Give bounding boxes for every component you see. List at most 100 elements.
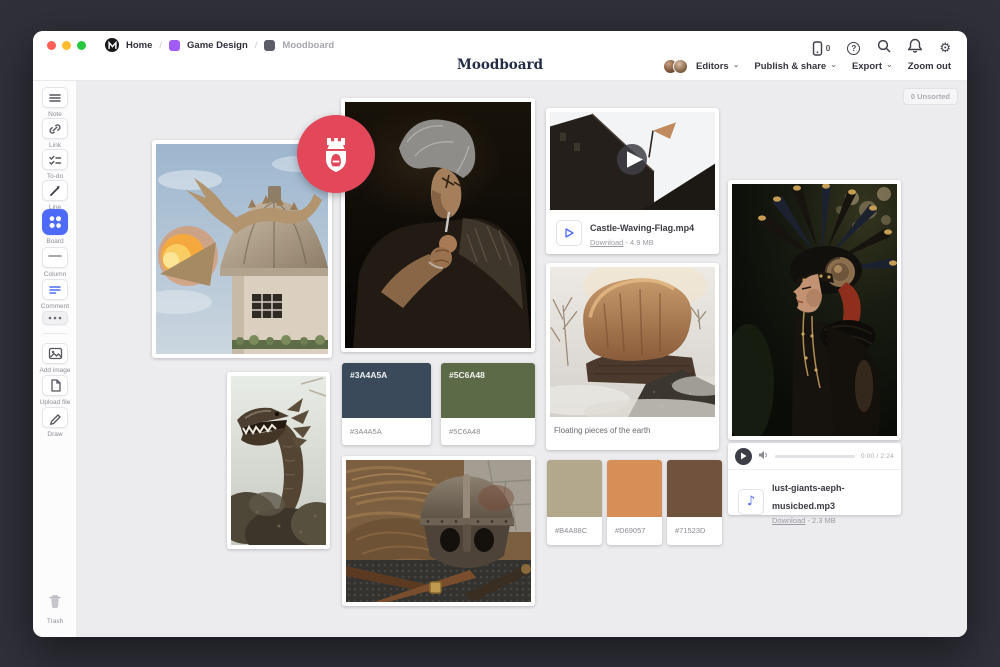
upload-file-icon (42, 375, 68, 396)
export-label: Export (852, 61, 882, 72)
audio-progress-bar[interactable] (775, 455, 855, 458)
image-caption: Floating pieces of the earth (546, 417, 719, 445)
breadcrumb-home[interactable]: Home (126, 40, 152, 51)
swatch-caption: #B4A88C (547, 517, 602, 544)
minimize-window-button[interactable] (62, 41, 71, 50)
tool-upload-file[interactable]: Upload file (33, 375, 77, 406)
swatch-caption: #D69057 (607, 517, 662, 544)
mobile-device-button[interactable]: 0 (812, 41, 831, 56)
image-card-floating-rock[interactable]: Floating pieces of the earth (546, 263, 719, 450)
tool-line[interactable]: Line (33, 180, 77, 211)
video-thumbnail[interactable] (546, 108, 719, 210)
board-emblem-badge[interactable] (297, 115, 375, 193)
desktop-background: Home / Game Design / Moodboard 0 ? (0, 0, 1000, 667)
trash-dropzone[interactable]: Trash (33, 593, 77, 625)
tool-column[interactable]: Column (33, 247, 77, 278)
audio-play-button[interactable] (735, 448, 752, 465)
audio-download-link[interactable]: Download (772, 516, 805, 525)
zoom-out-button[interactable]: Zoom out (908, 61, 951, 72)
board-canvas[interactable]: 0 Unsorted (77, 81, 967, 637)
publish-share-button[interactable]: Publish & share ⌄ (754, 61, 837, 72)
color-swatch (607, 460, 662, 517)
color-swatch-card[interactable]: #B4A88C (547, 460, 602, 545)
settings-gear-icon[interactable]: ⚙ (939, 42, 951, 55)
trash-icon (46, 593, 64, 615)
editors-menu-button[interactable]: Editors ⌄ (696, 61, 739, 72)
video-file-info: Castle-Waving-Flag.mp4 Download - 4.9 MB (546, 210, 719, 255)
comment-icon (42, 279, 68, 300)
close-window-button[interactable] (47, 41, 56, 50)
export-button[interactable]: Export ⌄ (852, 61, 893, 72)
app-window: Home / Game Design / Moodboard 0 ? (33, 31, 967, 637)
image-card-headdress-woman[interactable] (728, 180, 901, 440)
tool-todo[interactable]: To-do (33, 149, 77, 180)
color-swatch-card[interactable]: #5C6A48 #5C6A48 (441, 363, 535, 445)
tool-draw[interactable]: Draw (33, 407, 77, 438)
image-card-viking-helmet[interactable] (342, 456, 535, 606)
toolbar-sidebar: Note Link To-do Line Board (33, 81, 77, 637)
tool-label: Upload file (40, 399, 71, 406)
color-swatch-card[interactable]: #D69057 (607, 460, 662, 545)
window-controls (47, 41, 86, 50)
help-icon[interactable]: ? (847, 42, 860, 55)
video-download-link[interactable]: Download (590, 238, 623, 247)
unsorted-badge[interactable]: 0 Unsorted (903, 88, 958, 105)
swatch-caption: #3A4A5A (342, 418, 431, 445)
tool-label: To-do (47, 173, 63, 180)
tool-more[interactable] (33, 311, 77, 325)
breadcrumb-moodboard[interactable]: Moodboard (282, 40, 334, 51)
color-swatch-card[interactable]: #71523D (667, 460, 722, 545)
tool-link[interactable]: Link (33, 118, 77, 149)
publish-share-label: Publish & share (754, 61, 826, 72)
draw-pencil-icon (42, 407, 68, 428)
tool-add-image[interactable]: Add image (33, 343, 77, 374)
more-icon (42, 311, 68, 325)
titlebar-icons: 0 ? ⚙ (812, 38, 951, 58)
image-card-dragon-statue[interactable] (227, 372, 330, 549)
old-man-image (345, 102, 531, 348)
app-body: Note Link To-do Line Board (33, 81, 967, 637)
color-swatch-card[interactable]: #3A4A5A #3A4A5A (342, 363, 431, 445)
breadcrumb-game-design[interactable]: Game Design (187, 40, 248, 51)
audio-player: 0:00 / 2:24 (728, 443, 901, 470)
chevron-down-icon: ⌄ (733, 63, 740, 68)
column-icon (42, 247, 68, 268)
audio-file-icon: ♪ (738, 489, 764, 515)
maximize-window-button[interactable] (77, 41, 86, 50)
board-icon-moodboard (264, 40, 275, 51)
line-icon (42, 180, 68, 201)
headdress-woman-image (732, 184, 897, 436)
castle-shield-icon (314, 132, 358, 176)
video-filename: Castle-Waving-Flag.mp4 (590, 223, 694, 233)
color-swatch: #5C6A48 (441, 363, 535, 418)
swatch-caption: #5C6A48 (441, 418, 535, 445)
tool-label: Link (49, 142, 61, 149)
castle-dragon-image (156, 144, 328, 354)
breadcrumb: Home / Game Design / Moodboard (105, 38, 334, 52)
link-icon (42, 118, 68, 139)
audio-time: 0:00 / 2:24 (861, 453, 894, 460)
notifications-bell-icon[interactable] (908, 38, 922, 58)
sidebar-divider (43, 333, 67, 334)
board-icon (42, 209, 68, 235)
video-card[interactable]: Castle-Waving-Flag.mp4 Download - 4.9 MB (546, 108, 719, 254)
music-note-icon: ♪ (747, 495, 755, 508)
app-header: Home / Game Design / Moodboard 0 ? (33, 31, 967, 81)
volume-icon[interactable] (758, 447, 769, 465)
tool-comment[interactable]: Comment (33, 279, 77, 310)
audio-card[interactable]: 0:00 / 2:24 ♪ lust-giants-aeph-musicbed.… (728, 443, 901, 515)
todo-icon (42, 149, 68, 170)
milanote-logo-icon[interactable] (105, 38, 119, 52)
search-icon[interactable] (877, 39, 891, 58)
editors-label: Editors (696, 61, 729, 72)
dragon-statue-image (231, 376, 326, 545)
color-swatch (547, 460, 602, 517)
tool-board-active[interactable]: Board (33, 209, 77, 245)
tool-label: Comment (41, 303, 69, 310)
video-file-icon (556, 220, 582, 246)
breadcrumb-separator: / (159, 40, 162, 51)
editor-avatars[interactable] (663, 59, 688, 74)
tool-note[interactable]: Note (33, 87, 77, 118)
tool-label: Trash (47, 618, 63, 625)
audio-filename: lust-giants-aeph-musicbed.mp3 (772, 483, 845, 511)
